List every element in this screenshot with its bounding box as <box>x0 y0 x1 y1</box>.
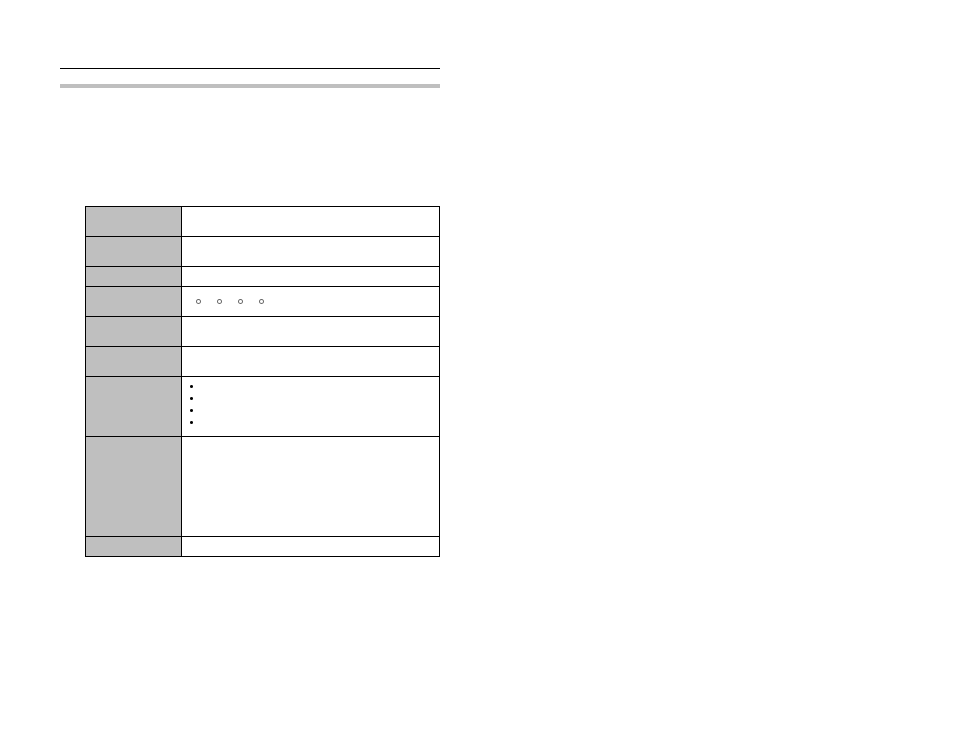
table-row <box>86 437 440 537</box>
row-label <box>86 437 182 537</box>
divider-top <box>60 68 440 69</box>
circle-icon <box>217 299 222 304</box>
circle-icon <box>259 299 264 304</box>
row-label <box>86 537 182 557</box>
table-row <box>86 207 440 237</box>
row-value <box>182 207 440 237</box>
row-value <box>182 237 440 267</box>
bullet-item <box>202 381 433 393</box>
row-label <box>86 287 182 317</box>
row-value <box>182 287 440 317</box>
table-row <box>86 347 440 377</box>
table-row <box>86 317 440 347</box>
divider-grey <box>60 84 440 88</box>
table-row <box>86 287 440 317</box>
bullet-item <box>202 405 433 417</box>
table-row <box>86 237 440 267</box>
row-value <box>182 377 440 437</box>
table-row <box>86 377 440 437</box>
bullet-item <box>202 417 433 429</box>
circle-dots <box>188 291 433 312</box>
row-label <box>86 237 182 267</box>
row-value <box>182 267 440 287</box>
circle-icon <box>238 299 243 304</box>
row-label <box>86 317 182 347</box>
info-table <box>85 206 440 557</box>
bullet-item <box>202 393 433 405</box>
table-row <box>86 537 440 557</box>
row-value <box>182 437 440 537</box>
bullet-list <box>188 381 433 429</box>
circle-icon <box>196 299 201 304</box>
row-value <box>182 317 440 347</box>
page <box>0 0 954 738</box>
row-label <box>86 267 182 287</box>
row-value <box>182 347 440 377</box>
row-label <box>86 207 182 237</box>
table-row <box>86 267 440 287</box>
row-value <box>182 537 440 557</box>
row-label <box>86 347 182 377</box>
row-label <box>86 377 182 437</box>
